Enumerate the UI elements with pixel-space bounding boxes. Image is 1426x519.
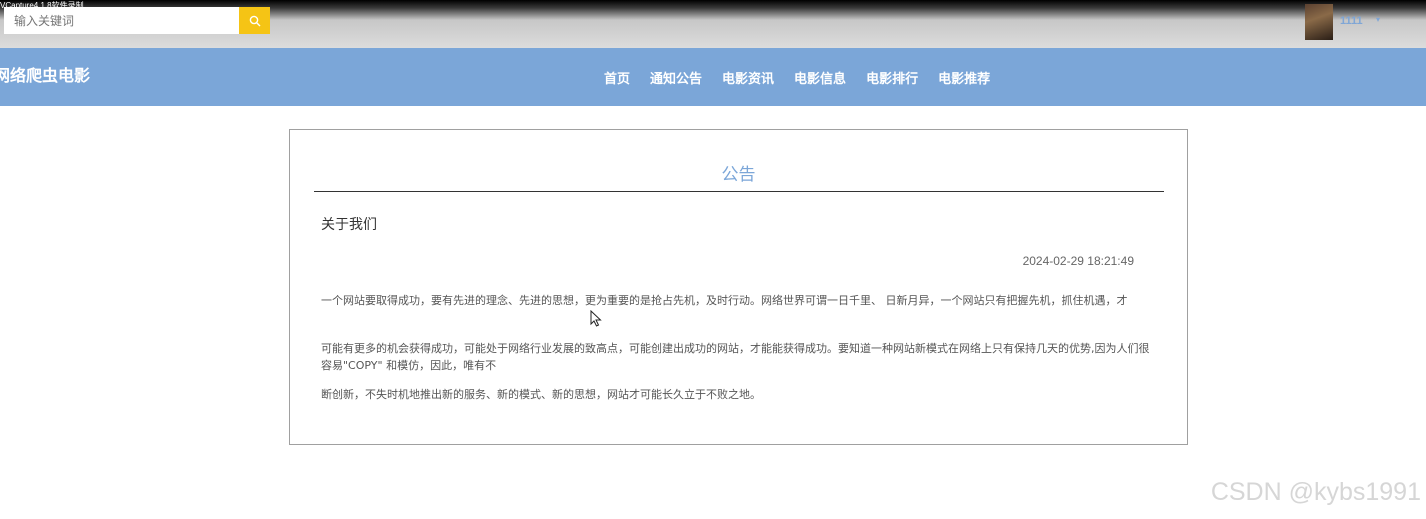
search-input[interactable] xyxy=(4,7,239,34)
site-title: 网络爬虫电影 xyxy=(0,66,91,85)
mouse-cursor-icon xyxy=(590,310,602,327)
search-button[interactable] xyxy=(239,7,270,34)
caret-down-icon[interactable]: ▾ xyxy=(1376,15,1380,24)
notice-card: 公告 关于我们 2024-02-29 18:21:49 一个网站要取得成功，要有… xyxy=(289,129,1188,445)
user-name[interactable]: 1111 xyxy=(1340,15,1363,27)
notice-heading: 公告 xyxy=(721,165,756,185)
notice-paragraph: 一个网站要取得成功，要有先进的理念、先进的思想，更为重要的是抢占先机，及时行动。… xyxy=(321,294,1128,307)
nav-item-home[interactable]: 首页 xyxy=(604,68,630,87)
notice-paragraph: 可能有更多的机会获得成功，可能处于网络行业发展的致高点，可能创建出成功的网站，才… xyxy=(321,342,1150,372)
avatar[interactable] xyxy=(1305,4,1333,40)
nav-item-notices[interactable]: 通知公告 xyxy=(650,68,702,87)
nav-menu: 首页 通知公告 电影资讯 电影信息 电影排行 电影推荐 xyxy=(604,68,1010,87)
nav-item-movie-ranking[interactable]: 电影排行 xyxy=(866,68,918,87)
notice-title: 关于我们 xyxy=(321,217,377,233)
top-bar: VCapture4.1.8软件录制 1111 ▾ xyxy=(0,0,1426,48)
divider xyxy=(314,191,1164,192)
notice-timestamp: 2024-02-29 18:21:49 xyxy=(1022,254,1134,268)
nav-item-movie-info[interactable]: 电影信息 xyxy=(794,68,846,87)
main-navbar: 网络爬虫电影 首页 通知公告 电影资讯 电影信息 电影排行 电影推荐 xyxy=(0,48,1426,106)
search-icon xyxy=(249,15,260,26)
notice-paragraph: 断创新，不失时机地推出新的服务、新的模式、新的思想，网站才可能长久立于不败之地。 xyxy=(321,388,761,401)
csdn-watermark: CSDN @kybs1991 xyxy=(1210,478,1421,506)
nav-item-movie-news[interactable]: 电影资讯 xyxy=(722,68,774,87)
nav-item-movie-recommend[interactable]: 电影推荐 xyxy=(938,68,990,87)
